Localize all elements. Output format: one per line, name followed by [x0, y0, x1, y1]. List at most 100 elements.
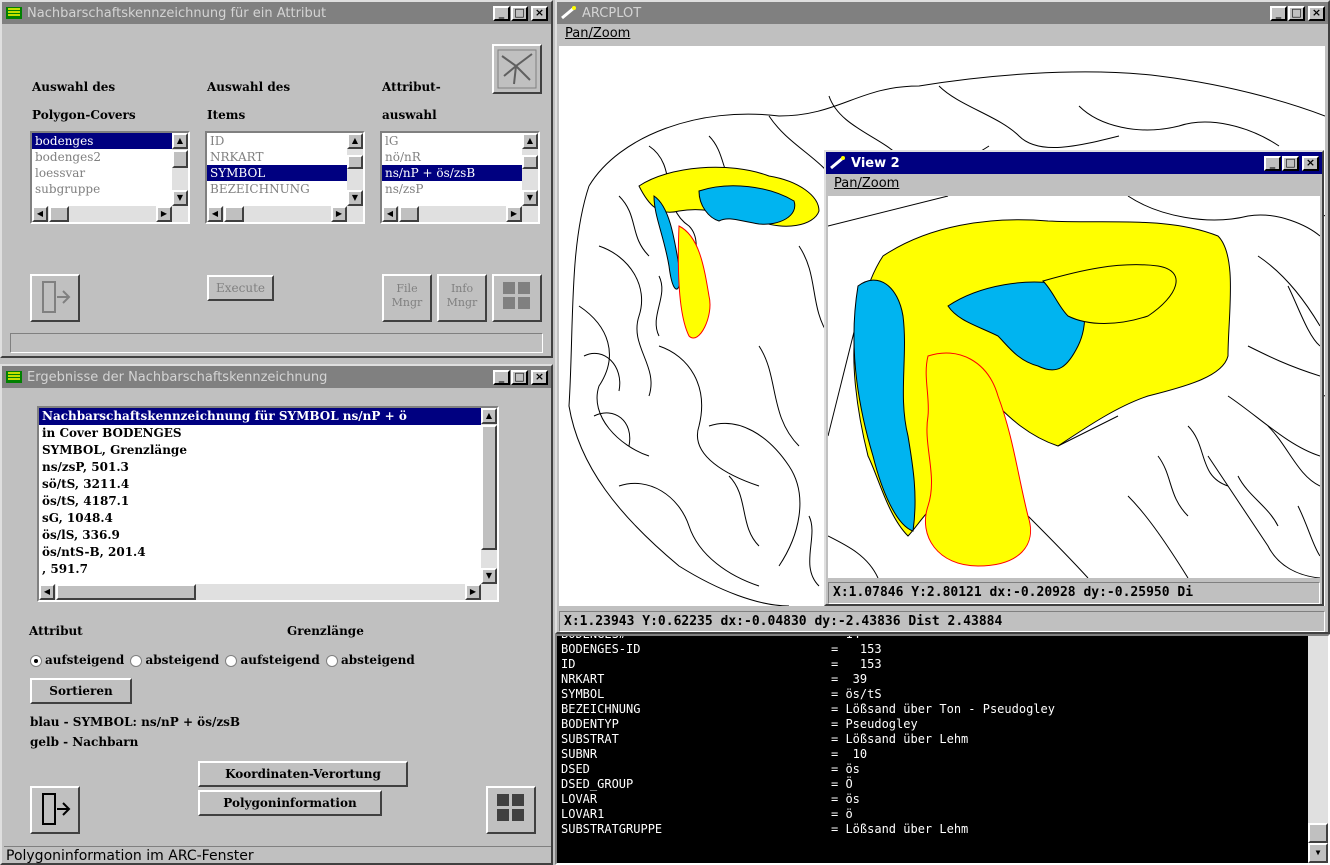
exit-button[interactable] — [30, 274, 80, 322]
grid-button[interactable] — [492, 274, 542, 322]
maximize-button[interactable]: □ — [511, 369, 528, 385]
result-row[interactable]: SYMBOL, Grenzlänge — [39, 442, 481, 459]
close-button[interactable]: × — [1302, 155, 1319, 171]
minimize-button[interactable]: _ — [493, 369, 510, 385]
scroll-up-icon[interactable]: ▲ — [481, 408, 497, 424]
vertical-scrollbar[interactable]: ▲ ▼ — [481, 408, 497, 584]
scroll-up-icon[interactable]: ▲ — [522, 133, 538, 149]
result-row[interactable]: ös/lS, 336.9 — [39, 527, 481, 544]
sort-button[interactable]: Sortieren — [30, 678, 132, 704]
list-item[interactable]: BEZEICHNUNG — [207, 181, 363, 197]
radio-attr-asc[interactable]: aufsteigend — [30, 653, 124, 667]
list-item[interactable]: ID — [207, 133, 363, 149]
close-button[interactable]: × — [531, 369, 548, 385]
list-item[interactable]: bodenges — [32, 133, 172, 149]
cover-list[interactable]: bodenges bodenges2 loessvar subgruppe ▲ … — [30, 131, 190, 224]
scroll-right-icon[interactable]: ▶ — [465, 584, 481, 600]
scroll-down-icon[interactable]: ▼ — [481, 568, 497, 584]
list-item[interactable]: loessvar — [32, 165, 188, 181]
scroll-right-icon[interactable]: ▶ — [331, 206, 347, 222]
minimize-button[interactable]: _ — [493, 5, 510, 21]
scroll-thumb[interactable] — [347, 155, 363, 169]
vertical-scrollbar[interactable]: ▲ ▼ — [347, 133, 363, 206]
result-row[interactable]: Nachbarschaftskennzeichnung für SYMBOL n… — [39, 408, 481, 425]
scroll-up-icon[interactable]: ▲ — [172, 133, 188, 149]
close-button[interactable]: × — [531, 5, 548, 21]
vertical-scrollbar[interactable]: ▲ ▼ — [172, 133, 188, 206]
maximize-button[interactable]: □ — [1288, 5, 1305, 21]
radio-len-desc[interactable]: absteigend — [325, 653, 415, 667]
scroll-down-icon[interactable]: ▼ — [522, 190, 538, 206]
list-item[interactable]: ns/zsP — [382, 181, 538, 197]
minimize-button[interactable]: _ — [1264, 155, 1281, 171]
scroll-down-icon[interactable]: ▼ — [347, 190, 363, 206]
polygoninfo-button[interactable]: Polygoninformation — [198, 790, 382, 816]
scroll-thumb[interactable] — [56, 584, 196, 600]
horizontal-scrollbar[interactable]: ◀ ▶ — [39, 584, 497, 600]
scroll-thumb[interactable] — [224, 206, 244, 222]
horizontal-scrollbar[interactable]: ◀ ▶ — [32, 206, 188, 222]
ergebnisse-titlebar[interactable]: Ergebnisse der Nachbarschaftskennzeichnu… — [2, 366, 551, 388]
list-item[interactable]: ns/nP + ös/zsB — [382, 165, 522, 181]
radio-attr-desc[interactable]: absteigend — [130, 653, 219, 667]
scroll-up-icon[interactable]: ▲ — [347, 133, 363, 149]
scroll-thumb[interactable] — [49, 206, 69, 222]
scroll-down-icon[interactable]: ▼ — [1308, 843, 1328, 863]
horizontal-scrollbar[interactable]: ◀ ▶ — [207, 206, 363, 222]
items-list[interactable]: ID NRKART SYMBOL BEZEICHNUNG ▲ ▼ ◀ ▶ — [205, 131, 365, 224]
scroll-left-icon[interactable]: ◀ — [207, 206, 223, 222]
scroll-thumb[interactable] — [522, 155, 538, 169]
attr-key: SUBSTRATGRUPPE — [561, 822, 663, 836]
result-row[interactable]: ös/ntS-B, 201.4 — [39, 544, 481, 561]
attribut-label: Attribut — [29, 624, 83, 638]
list-item[interactable]: subgruppe — [32, 181, 188, 197]
menu-pan-zoom[interactable]: Pan/Zoom — [565, 26, 630, 41]
list-item[interactable]: lG — [382, 133, 538, 149]
maximize-button[interactable]: □ — [511, 5, 528, 21]
result-row[interactable]: sö/tS, 3211.4 — [39, 476, 481, 493]
scroll-thumb[interactable] — [481, 425, 497, 550]
scroll-right-icon[interactable]: ▶ — [506, 206, 522, 222]
info-manager-button[interactable]: Info Mngr — [437, 274, 487, 322]
list-item[interactable]: nö/nR — [382, 149, 538, 165]
maximize-button[interactable]: □ — [1282, 155, 1299, 171]
exit-button[interactable] — [30, 786, 80, 834]
scroll-thumb[interactable] — [172, 150, 188, 168]
scroll-right-icon[interactable]: ▶ — [156, 206, 172, 222]
nachbar-titlebar[interactable]: Nachbarschaftskennzeichnung für ein Attr… — [2, 2, 551, 24]
list-item[interactable]: NRKART — [207, 149, 363, 165]
view2-status: X:1.07846 Y:2.80121 dx:-0.20928 dy:-0.25… — [828, 582, 1320, 604]
close-button[interactable]: × — [1308, 5, 1325, 21]
results-list[interactable]: Nachbarschaftskennzeichnung für SYMBOL n… — [37, 406, 499, 602]
terminal-scrollbar[interactable]: ▼ — [1308, 636, 1328, 863]
view2-titlebar[interactable]: View 2 _ □ × — [826, 152, 1322, 174]
view2-canvas[interactable] — [828, 196, 1320, 578]
radio-len-asc[interactable]: aufsteigend — [225, 653, 320, 667]
result-row[interactable]: in Cover BODENGES — [39, 425, 481, 442]
terminal-row: DSED = ös — [561, 762, 1304, 777]
scroll-down-icon[interactable]: ▼ — [172, 190, 188, 206]
attribute-list[interactable]: lG nö/nR ns/nP + ös/zsB ns/zsP ▲ ▼ ◀ ▶ — [380, 131, 540, 224]
map-tool-button[interactable] — [492, 44, 542, 94]
attr-key: ID — [561, 657, 576, 671]
file-manager-button[interactable]: File Mngr — [382, 274, 432, 322]
result-row[interactable]: ös/tS, 4187.1 — [39, 493, 481, 510]
minimize-button[interactable]: _ — [1270, 5, 1287, 21]
scroll-thumb[interactable] — [1308, 823, 1328, 843]
menu-pan-zoom[interactable]: Pan/Zoom — [834, 176, 899, 191]
scroll-left-icon[interactable]: ◀ — [39, 584, 55, 600]
scroll-left-icon[interactable]: ◀ — [382, 206, 398, 222]
result-row[interactable]: sG, 1048.4 — [39, 510, 481, 527]
result-row[interactable]: ns/zsP, 501.3 — [39, 459, 481, 476]
list-item[interactable]: bodenges2 — [32, 149, 188, 165]
execute-button[interactable]: Execute — [207, 275, 274, 301]
list-item[interactable]: SYMBOL — [207, 165, 347, 181]
scroll-thumb[interactable] — [399, 206, 419, 222]
scroll-left-icon[interactable]: ◀ — [32, 206, 48, 222]
arcplot-titlebar[interactable]: ARCPLOT _ □ × — [557, 2, 1328, 24]
result-row[interactable]: , 591.7 — [39, 561, 481, 578]
vertical-scrollbar[interactable]: ▲ ▼ — [522, 133, 538, 206]
grid-button[interactable] — [486, 786, 536, 834]
horizontal-scrollbar[interactable]: ◀ ▶ — [382, 206, 538, 222]
koordinaten-button[interactable]: Koordinaten-Verortung — [198, 761, 408, 787]
